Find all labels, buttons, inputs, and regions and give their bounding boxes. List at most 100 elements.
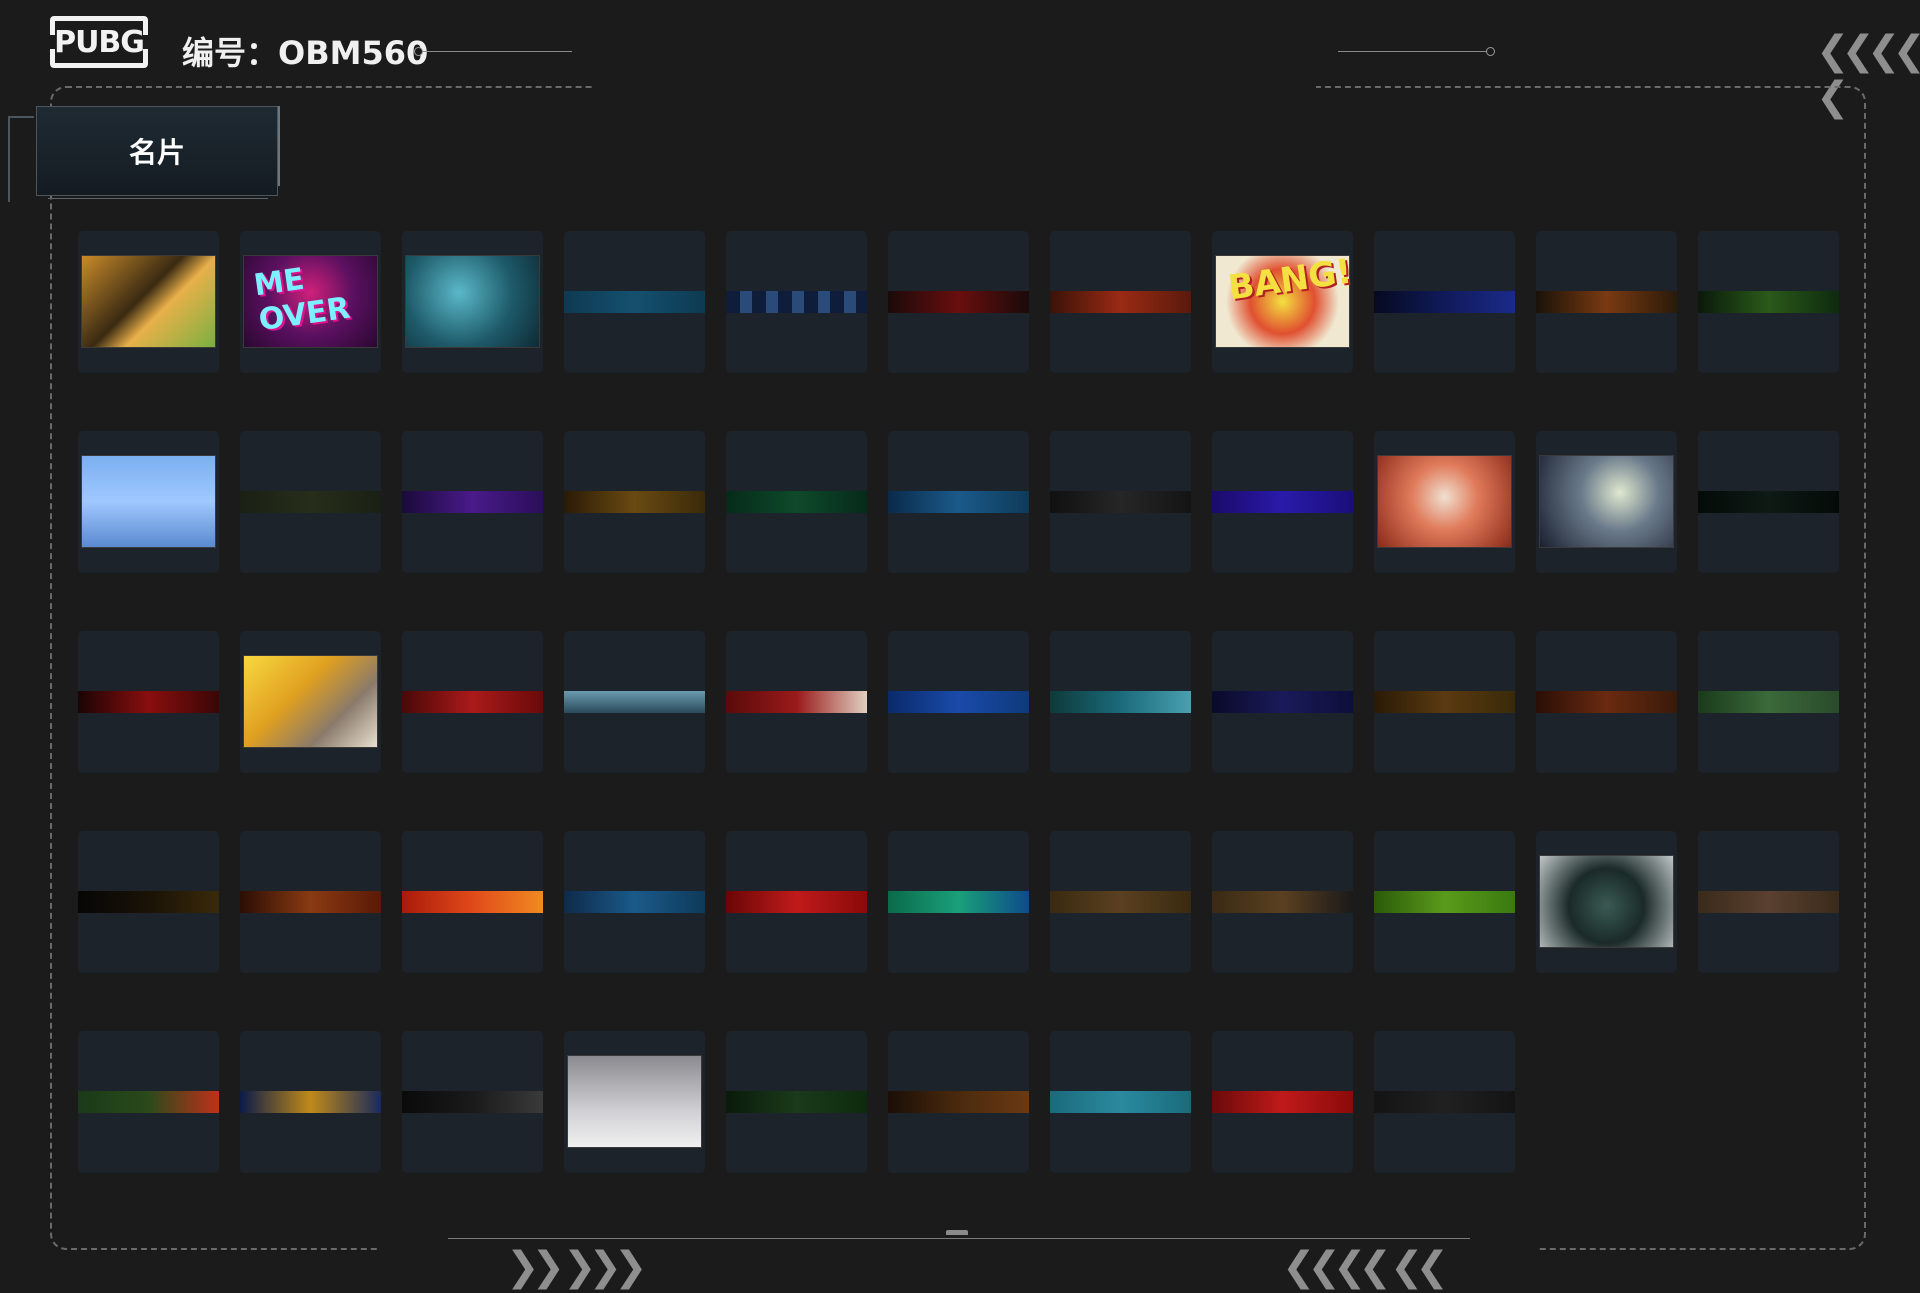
namecard-banner bbox=[564, 291, 705, 313]
namecard-item[interactable] bbox=[726, 231, 867, 373]
namecard-banner bbox=[1536, 691, 1677, 713]
namecard-item[interactable] bbox=[402, 631, 543, 773]
namecard-banner bbox=[1698, 891, 1839, 913]
namecard-item[interactable] bbox=[1050, 231, 1191, 373]
line-end-dot bbox=[1486, 47, 1495, 56]
namecard-item[interactable] bbox=[564, 631, 705, 773]
namecard-item[interactable] bbox=[1536, 631, 1677, 773]
namecard-item[interactable] bbox=[888, 831, 1029, 973]
namecard-item[interactable] bbox=[1212, 431, 1353, 573]
namecard-item[interactable] bbox=[1050, 831, 1191, 973]
namecard-item[interactable] bbox=[78, 431, 219, 573]
namecard-art-text: ME OVER bbox=[251, 261, 353, 339]
namecard-item[interactable] bbox=[78, 831, 219, 973]
pubg-logo: PUBG bbox=[49, 16, 149, 68]
namecard-item[interactable] bbox=[402, 831, 543, 973]
namecard-item[interactable] bbox=[240, 831, 381, 973]
namecard-artwork: BANG! bbox=[1215, 251, 1353, 348]
namecard-item[interactable] bbox=[1698, 631, 1839, 773]
namecard-banner bbox=[240, 891, 381, 913]
namecard-banner bbox=[888, 891, 1029, 913]
namecard-item[interactable] bbox=[888, 631, 1029, 773]
tab-decoration bbox=[8, 116, 34, 202]
namecard-banner bbox=[402, 691, 543, 713]
tab-label: 名片 bbox=[36, 106, 278, 196]
namecard-item[interactable] bbox=[402, 1031, 543, 1173]
namecard-item[interactable] bbox=[1374, 231, 1515, 373]
namecard-banner bbox=[240, 491, 381, 513]
bottom-divider bbox=[448, 1238, 1470, 1239]
chevrons-left-icon: ❮❮❮❮ ❮❮ bbox=[1282, 1244, 1449, 1290]
namecard-item[interactable] bbox=[402, 431, 543, 573]
namecard-banner bbox=[1212, 891, 1353, 913]
namecard-banner bbox=[1050, 291, 1191, 313]
namecard-item[interactable] bbox=[1536, 431, 1677, 573]
namecard-item[interactable] bbox=[564, 231, 705, 373]
tab-namecard[interactable]: 名片 bbox=[8, 100, 298, 210]
namecard-artwork bbox=[1539, 855, 1674, 948]
namecard-item[interactable] bbox=[78, 631, 219, 773]
namecard-item[interactable]: BANG! bbox=[1212, 231, 1353, 373]
namecard-item[interactable] bbox=[1374, 831, 1515, 973]
namecard-banner bbox=[78, 891, 219, 913]
namecard-banner bbox=[1374, 291, 1515, 313]
scroll-handle[interactable] bbox=[946, 1230, 968, 1235]
namecard-item[interactable] bbox=[1536, 831, 1677, 973]
namecard-item[interactable] bbox=[1698, 431, 1839, 573]
namecard-item[interactable] bbox=[1374, 631, 1515, 773]
namecard-item[interactable] bbox=[726, 1031, 867, 1173]
header-line-right bbox=[1338, 51, 1488, 52]
namecard-item[interactable] bbox=[78, 231, 219, 373]
namecard-item[interactable] bbox=[888, 431, 1029, 573]
namecard-artwork bbox=[243, 655, 378, 748]
namecard-art-text: BANG! bbox=[1225, 251, 1353, 309]
namecard-banner bbox=[240, 1091, 381, 1113]
namecard-banner bbox=[402, 491, 543, 513]
namecard-item[interactable] bbox=[888, 231, 1029, 373]
namecard-banner bbox=[1374, 891, 1515, 913]
namecard-item[interactable] bbox=[1374, 431, 1515, 573]
namecard-item[interactable] bbox=[402, 231, 543, 373]
namecard-artwork bbox=[81, 455, 216, 548]
namecard-artwork bbox=[567, 1055, 702, 1148]
namecard-banner bbox=[564, 891, 705, 913]
namecard-banner bbox=[888, 691, 1029, 713]
namecard-banner bbox=[888, 291, 1029, 313]
namecard-item[interactable] bbox=[564, 831, 705, 973]
namecard-item[interactable]: ME OVER bbox=[240, 231, 381, 373]
namecard-banner bbox=[1050, 691, 1191, 713]
namecard-item[interactable] bbox=[1212, 831, 1353, 973]
namecard-item[interactable] bbox=[1050, 1031, 1191, 1173]
namecard-item[interactable] bbox=[1698, 231, 1839, 373]
namecard-item[interactable] bbox=[564, 431, 705, 573]
namecard-item[interactable] bbox=[78, 1031, 219, 1173]
namecard-artwork bbox=[405, 255, 540, 348]
namecard-artwork bbox=[81, 255, 216, 348]
namecard-item[interactable] bbox=[1374, 1031, 1515, 1173]
namecard-banner bbox=[78, 691, 219, 713]
tab-decoration bbox=[48, 198, 268, 199]
namecard-banner bbox=[726, 291, 867, 313]
namecard-item[interactable] bbox=[726, 631, 867, 773]
namecard-item[interactable] bbox=[1536, 231, 1677, 373]
namecard-item[interactable] bbox=[1050, 631, 1191, 773]
namecard-banner bbox=[1212, 491, 1353, 513]
namecard-item[interactable] bbox=[564, 1031, 705, 1173]
namecard-item[interactable] bbox=[726, 831, 867, 973]
namecard-banner bbox=[726, 891, 867, 913]
namecard-item[interactable] bbox=[1212, 631, 1353, 773]
namecard-banner bbox=[402, 1091, 543, 1113]
namecard-item[interactable] bbox=[240, 1031, 381, 1173]
namecard-banner bbox=[1698, 291, 1839, 313]
namecard-item[interactable] bbox=[1212, 1031, 1353, 1173]
namecard-item[interactable] bbox=[888, 1031, 1029, 1173]
namecard-item[interactable] bbox=[240, 631, 381, 773]
namecard-banner bbox=[1698, 691, 1839, 713]
namecard-item[interactable] bbox=[1698, 831, 1839, 973]
namecard-banner bbox=[1050, 1091, 1191, 1113]
namecard-banner bbox=[726, 491, 867, 513]
namecard-item[interactable] bbox=[726, 431, 867, 573]
namecard-item[interactable] bbox=[240, 431, 381, 573]
namecard-item[interactable] bbox=[1050, 431, 1191, 573]
chevrons-right-icon: ❯❯ ❯❯❯ bbox=[506, 1244, 647, 1290]
